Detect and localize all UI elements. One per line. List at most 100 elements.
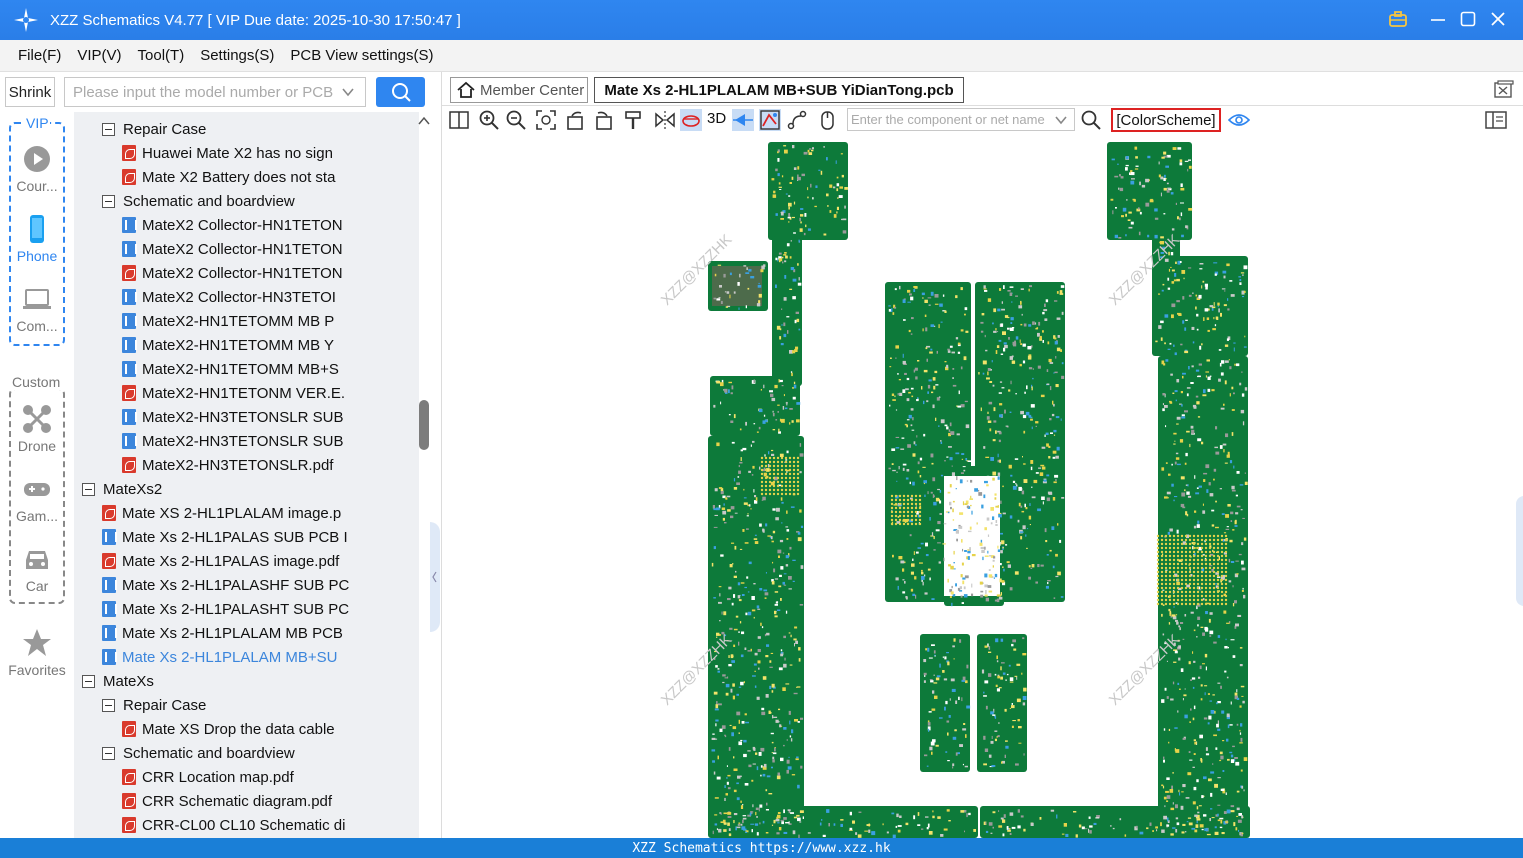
- rotate-right-icon[interactable]: [592, 109, 614, 131]
- tree-file[interactable]: Mate XS 2-HL1PLALAM image.p: [102, 501, 341, 525]
- pcb-board-region[interactable]: [768, 142, 848, 240]
- tree-file[interactable]: MateX2 Collector-HN1TETON: [122, 237, 343, 261]
- tree-file[interactable]: MateX2 Collector-HN1TETON: [122, 213, 343, 237]
- side-panel-toggle-icon[interactable]: [1485, 109, 1507, 131]
- pcb-board-region[interactable]: [1152, 256, 1248, 356]
- pcb-board-region[interactable]: [708, 806, 978, 838]
- color-scheme-button[interactable]: [ColorScheme]: [1111, 108, 1221, 132]
- shrink-button[interactable]: Shrink: [5, 77, 55, 107]
- tree-file[interactable]: MateX2 Collector-HN1TETON: [122, 261, 343, 285]
- component-search-icon[interactable]: [1080, 109, 1102, 131]
- tree-file[interactable]: MateX2-HN1TETOMM MB+S: [122, 357, 339, 381]
- collapse-toggle-icon[interactable]: [102, 746, 115, 760]
- tree-file[interactable]: MateX2-HN1TETOMM MB Y: [122, 333, 334, 357]
- menu-file[interactable]: File(F): [10, 47, 69, 64]
- tree-file[interactable]: Mate Xs 2-HL1PALAS image.pdf: [102, 549, 339, 573]
- tree-folder[interactable]: MateXs2: [82, 477, 162, 501]
- briefcase-icon[interactable]: [1387, 8, 1409, 30]
- maximize-button[interactable]: [1457, 8, 1479, 30]
- tree-file[interactable]: CRR Schematic diagram.pdf: [122, 789, 332, 813]
- pcb-board-region[interactable]: [977, 634, 1027, 772]
- tree-folder[interactable]: Schematic and boardview: [102, 741, 295, 765]
- nav-favorites[interactable]: Favorites: [0, 628, 74, 678]
- highlight-net-icon[interactable]: [732, 109, 754, 131]
- menu-settings[interactable]: Settings(S): [192, 47, 282, 64]
- collapse-panel-tab[interactable]: [430, 522, 440, 632]
- tree-file[interactable]: MateX2-HN1TETOMM MB P: [122, 309, 334, 333]
- scroll-up-icon[interactable]: [418, 114, 430, 130]
- tree-file[interactable]: Mate Xs 2-HL1PALASHF SUB PC: [102, 573, 349, 597]
- nav-drone[interactable]: Drone: [0, 404, 74, 454]
- fit-view-icon[interactable]: [535, 109, 557, 131]
- close-button[interactable]: [1487, 8, 1509, 30]
- tree-folder[interactable]: Repair Case: [102, 693, 206, 717]
- menu-pcb-view-settings[interactable]: PCB View settings(S): [282, 47, 441, 64]
- pcb-pad: [925, 327, 928, 332]
- menu-tool[interactable]: Tool(T): [130, 47, 193, 64]
- tree-file[interactable]: MateX2 Collector-HN3TETOI: [122, 285, 336, 309]
- bga-ball: [792, 492, 796, 496]
- tab-member-center[interactable]: Member Center: [450, 77, 588, 103]
- tree-file[interactable]: Huawei Mate X2 has no sign: [122, 141, 333, 165]
- pcb-board-drawing[interactable]: XZZ@XZZHKXZZ@XZZHKXZZ@XZZHKXZZ@XZZHK: [442, 136, 1523, 838]
- pcb-pad: [1017, 809, 1020, 813]
- eye-icon[interactable]: [1228, 109, 1250, 131]
- tree-file[interactable]: Mate X2 Battery does not sta: [122, 165, 335, 189]
- tree-folder[interactable]: MateXs: [82, 669, 154, 693]
- pcb-pad: [731, 602, 734, 606]
- zoom-in-icon[interactable]: [478, 109, 500, 131]
- menu-vip[interactable]: VIP(V): [69, 47, 129, 64]
- tree-file[interactable]: MateX2-HN3TETONSLR SUB: [122, 405, 343, 429]
- collapse-toggle-icon[interactable]: [102, 122, 115, 136]
- tree-file[interactable]: Mate Xs 2-HL1PALASHT SUB PC: [102, 597, 349, 621]
- tab-pcb-file[interactable]: Mate Xs 2-HL1PLALAM MB+SUB YiDianTong.pc…: [594, 77, 964, 103]
- mirror-icon[interactable]: [654, 109, 676, 131]
- pcb-pad: [1235, 623, 1239, 627]
- close-all-tabs-icon[interactable]: [1494, 80, 1514, 102]
- pcb-pad: [1189, 721, 1191, 723]
- nav-games[interactable]: Gam...: [0, 474, 74, 524]
- nav-computer[interactable]: Com...: [0, 284, 74, 334]
- collapse-toggle-icon[interactable]: [82, 482, 95, 496]
- tree-file[interactable]: CRR Location map.pdf: [122, 765, 294, 789]
- tree-file[interactable]: MateX2-HN3TETONSLR SUB: [122, 429, 343, 453]
- flip-board-icon[interactable]: [680, 109, 702, 131]
- nav-phone[interactable]: Phone: [0, 214, 74, 264]
- model-search-input[interactable]: Please input the model number or PCB: [64, 77, 366, 107]
- nav-courses[interactable]: Cour...: [0, 144, 74, 194]
- pcb-board-region[interactable]: [920, 634, 970, 772]
- tree-file[interactable]: Mate XS Drop the data cable: [122, 717, 335, 741]
- panel-splitter[interactable]: [430, 112, 441, 838]
- pcb-board-region[interactable]: [980, 806, 1250, 838]
- search-button[interactable]: [376, 77, 425, 107]
- tree-folder[interactable]: Repair Case: [102, 117, 206, 141]
- tree-file[interactable]: Mate Xs 2-HL1PLALAM MB+SU: [102, 645, 338, 669]
- tree-file[interactable]: MateX2-HN3TETONSLR.pdf: [122, 453, 333, 477]
- tree-scroll-thumb[interactable]: [419, 400, 429, 450]
- minimize-button[interactable]: [1427, 8, 1449, 30]
- right-panel-tab[interactable]: [1516, 496, 1523, 606]
- tree-file[interactable]: CRR-CL00 CL10 Schematic di: [122, 813, 345, 837]
- chevron-down-icon[interactable]: [1054, 113, 1068, 130]
- tree-file[interactable]: Mate Xs 2-HL1PALAS SUB PCB I: [102, 525, 348, 549]
- zoom-out-icon[interactable]: [505, 109, 527, 131]
- pcb-pad: [748, 561, 752, 565]
- chevron-down-icon[interactable]: [341, 85, 355, 103]
- format-painter-icon[interactable]: [622, 109, 644, 131]
- collapse-toggle-icon[interactable]: [82, 674, 95, 688]
- trace-route-icon[interactable]: [786, 109, 808, 131]
- mouse-icon[interactable]: [816, 109, 838, 131]
- tree-file[interactable]: Mate Xs 2-HL1PLALAM MB PCB: [102, 621, 343, 645]
- collapse-toggle-icon[interactable]: [102, 698, 115, 712]
- tree-file[interactable]: MateX2-HN1TETONM VER.E.: [122, 381, 345, 405]
- nav-car[interactable]: Car: [0, 544, 74, 594]
- collapse-toggle-icon[interactable]: [102, 194, 115, 208]
- split-view-icon[interactable]: [448, 109, 470, 131]
- color-net-icon[interactable]: [759, 109, 781, 131]
- tree-folder[interactable]: Schematic and boardview: [102, 189, 295, 213]
- pcb-canvas[interactable]: XZZ@XZZHK XZZ@XZZHK XZZ@XZZHK XZZ@XZZHK: [442, 136, 1523, 838]
- rotate-left-icon[interactable]: [565, 109, 587, 131]
- pcb-pad: [1040, 564, 1044, 567]
- component-search-input[interactable]: Enter the component or net name: [847, 108, 1075, 131]
- 3d-view-button[interactable]: 3D: [707, 110, 726, 127]
